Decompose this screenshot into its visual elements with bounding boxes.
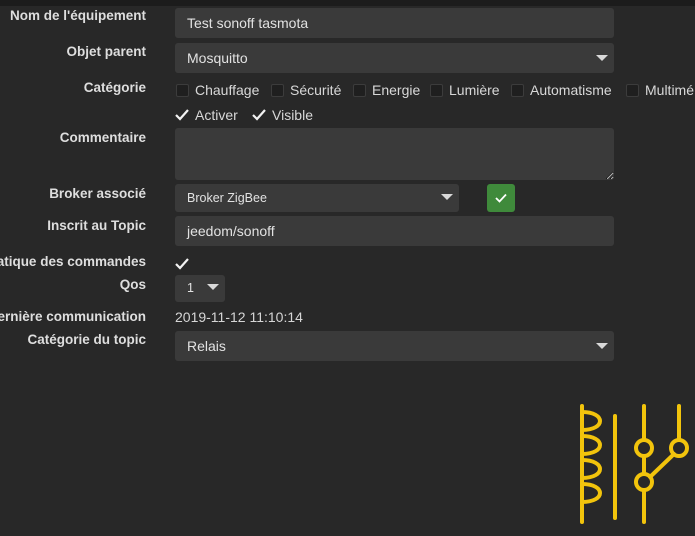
topic-category-select[interactable]: Relais <box>175 331 614 361</box>
category-label-lumiere: Lumière <box>449 82 500 98</box>
label-topic: Inscrit au Topic <box>47 218 146 233</box>
category-label-chauffage: Chauffage <box>195 82 260 98</box>
visible-label: Visible <box>272 107 313 123</box>
label-topic-category: Catégorie du topic <box>27 332 146 347</box>
activer-checkbox[interactable] <box>175 109 189 121</box>
name-input[interactable]: Test sonoff tasmota <box>175 8 614 38</box>
checkbox-energie[interactable] <box>353 84 366 97</box>
broker-value: Broker ZigBee <box>187 191 267 205</box>
chevron-down-icon <box>596 55 608 61</box>
label-auto-commands: atique des commandes <box>0 254 146 269</box>
checkbox-securite[interactable] <box>271 84 284 97</box>
chevron-down-icon <box>207 284 219 290</box>
checkbox-lumiere[interactable] <box>430 84 443 97</box>
broker-confirm-button[interactable] <box>487 184 515 212</box>
label-qos: Qos <box>119 277 146 292</box>
label-commentaire: Commentaire <box>59 130 146 145</box>
last-communication-value: 2019-11-12 11:10:14 <box>175 309 303 325</box>
comment-textarea[interactable] <box>175 128 614 180</box>
parent-object-value: Mosquitto <box>187 50 248 66</box>
qos-select[interactable]: 1 <box>175 275 225 302</box>
topic-input[interactable]: jeedom/sonoff <box>175 216 614 246</box>
broker-select[interactable]: Broker ZigBee <box>175 184 459 212</box>
label-categorie: Catégorie <box>83 80 146 95</box>
label-last-communication: ernière communication <box>0 309 146 324</box>
chevron-down-icon <box>596 343 608 349</box>
check-icon <box>495 193 507 203</box>
label-nom: Nom de l'équipement <box>10 8 146 23</box>
qos-value: 1 <box>187 281 194 295</box>
checkbox-multimedia[interactable] <box>626 84 639 97</box>
topic-category-value: Relais <box>187 338 226 354</box>
auto-commands-checkbox[interactable] <box>175 258 189 270</box>
checkbox-automatisme[interactable] <box>511 84 524 97</box>
category-label-automatisme: Automatisme <box>530 82 612 98</box>
category-label-securite: Sécurité <box>290 82 342 98</box>
category-label-multimedia: Multimé <box>645 82 695 98</box>
label-broker: Broker associé <box>49 186 146 201</box>
parent-object-select[interactable]: Mosquitto <box>175 43 614 73</box>
relay-icon <box>580 404 689 524</box>
visible-checkbox[interactable] <box>252 109 266 121</box>
category-label-energie: Energie <box>372 82 421 98</box>
label-objet-parent: Objet parent <box>66 44 146 59</box>
top-bar <box>0 0 695 6</box>
chevron-down-icon <box>441 194 453 200</box>
activer-label: Activer <box>195 107 238 123</box>
checkbox-chauffage[interactable] <box>176 84 189 97</box>
